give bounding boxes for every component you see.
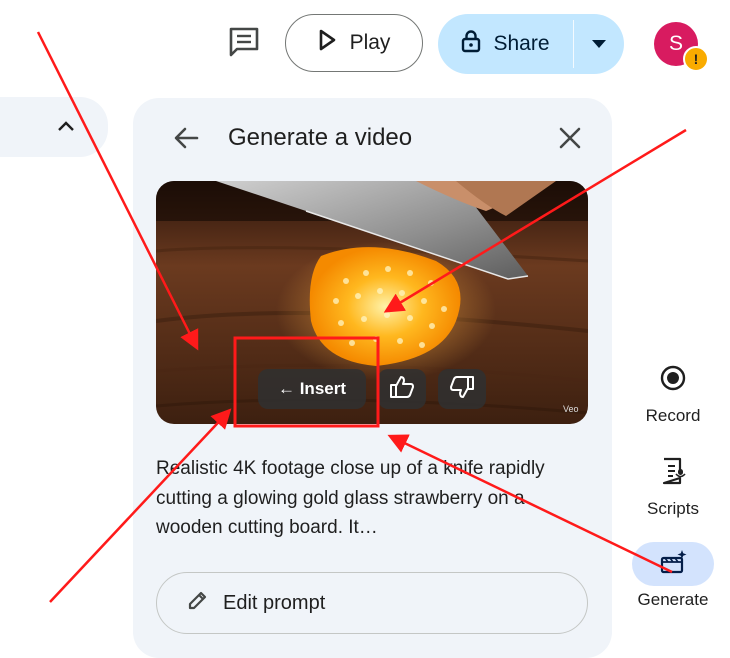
back-arrow-icon — [173, 126, 199, 155]
pencil-icon — [187, 589, 209, 617]
video-preview[interactable] — [156, 181, 588, 424]
share-divider — [573, 20, 574, 68]
panel-title: Generate a video — [228, 124, 413, 151]
edit-prompt-button[interactable]: Edit prompt — [156, 572, 588, 634]
insert-label: ← Insert — [277, 379, 347, 398]
rail-label-scripts: Scripts — [647, 499, 699, 518]
generate-video-icon — [659, 549, 687, 580]
warning-badge: ! — [683, 46, 709, 72]
comment-button[interactable] — [224, 26, 264, 62]
video-frame-image — [156, 181, 588, 424]
scripts-icon — [660, 456, 686, 491]
edit-prompt-label: Edit prompt — [223, 591, 326, 614]
avatar-initial: S — [668, 32, 683, 55]
chevron-up-icon — [57, 119, 75, 137]
insert-button[interactable]: ← Insert — [258, 369, 366, 409]
comment-icon — [227, 26, 261, 63]
thumbs-up-button[interactable] — [378, 369, 426, 409]
rail-label-generate: Generate — [637, 590, 709, 609]
close-button[interactable] — [550, 120, 590, 160]
thumbs-down-icon — [449, 375, 475, 404]
video-description: Realistic 4K footage close up of a knife… — [156, 458, 545, 538]
warning-icon: ! — [693, 51, 699, 67]
share-button[interactable]: Share — [438, 14, 573, 74]
share-button-group: Share — [438, 14, 624, 74]
rail-item-record[interactable]: Record — [632, 358, 714, 426]
share-label: Share — [493, 32, 550, 55]
play-icon — [318, 29, 336, 57]
rail-item-generate[interactable]: Generate — [632, 542, 714, 610]
lock-icon — [461, 29, 481, 59]
close-icon — [558, 126, 582, 155]
chevron-down-icon — [592, 35, 606, 53]
record-icon — [659, 364, 687, 397]
rail-item-scripts[interactable]: Scripts — [632, 451, 714, 519]
share-options-dropdown[interactable] — [574, 14, 624, 74]
play-button[interactable]: Play — [285, 14, 423, 72]
rail-label-record: Record — [645, 406, 701, 425]
veo-watermark: Veo — [563, 404, 579, 414]
thumbs-down-button[interactable] — [438, 369, 486, 409]
collapse-button[interactable] — [50, 112, 82, 144]
play-label: Play — [349, 31, 391, 54]
back-button[interactable] — [166, 120, 206, 160]
thumbs-up-icon — [389, 375, 415, 404]
